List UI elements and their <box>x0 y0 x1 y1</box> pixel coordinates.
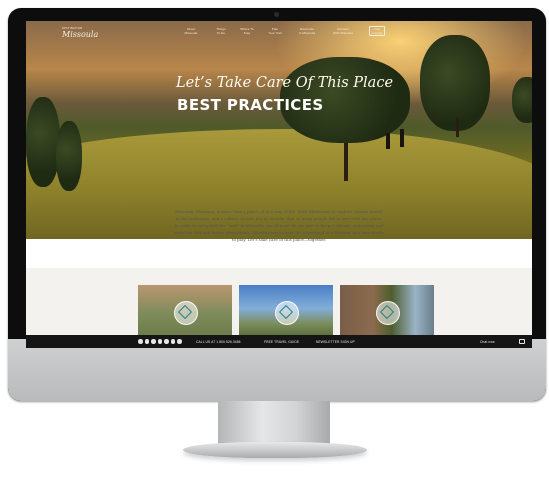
camera-dot <box>274 12 279 17</box>
instagram-icon[interactable] <box>157 339 162 344</box>
rss-icon[interactable] <box>177 339 182 344</box>
screen: DESTINATION Missoula About Missoula Thin… <box>26 21 532 348</box>
facebook-icon[interactable] <box>138 339 143 344</box>
nav-item-line: In Missoula <box>298 30 316 35</box>
hiker <box>386 133 390 149</box>
monitor-foot <box>183 442 367 458</box>
social-links <box>138 339 182 344</box>
youtube-icon[interactable] <box>164 339 169 344</box>
hero-title: BEST PRACTICES <box>177 96 324 114</box>
chat-icon[interactable] <box>519 338 525 344</box>
monitor-chin <box>8 339 546 401</box>
newsletter-link[interactable]: NEWSLETTER SIGN UP <box>316 340 355 344</box>
nav-item-connect[interactable]: Connect With Missoula <box>328 27 358 35</box>
flickr-icon[interactable] <box>170 339 175 344</box>
logo-text: Missoula <box>62 30 99 39</box>
intro-paragraph: Missoula, Montana, is more than a place—… <box>174 209 384 242</box>
find-guide-button[interactable]: Find a Guide <box>369 26 385 36</box>
nav-item-where-to-stay[interactable]: Where To Stay <box>232 27 262 35</box>
practice-card[interactable] <box>340 285 434 337</box>
nav-item-line: With Missoula <box>333 30 353 35</box>
pine-tree <box>420 35 490 131</box>
tree-trunk <box>456 117 459 137</box>
hero-script-title: Let’s Take Care Of This Place <box>176 75 394 91</box>
travel-guide-link[interactable]: FREE TRAVEL GUIDE <box>264 340 299 344</box>
hiker <box>400 129 404 147</box>
pinterest-icon[interactable] <box>151 339 156 344</box>
twitter-icon[interactable] <box>144 339 149 344</box>
tree <box>512 77 532 123</box>
nav-item-discounts[interactable]: Discounts In Missoula <box>292 27 322 35</box>
footer-bar: CALL US AT 1.800.526.3465 FREE TRAVEL GU… <box>26 335 532 348</box>
nav-item-line: Stay <box>243 30 251 35</box>
nav-button-line: a Guide <box>371 30 383 35</box>
chat-now-link[interactable]: Chat now <box>480 340 495 344</box>
monitor-stand <box>218 401 330 445</box>
nav-item-line: Missoula <box>184 30 198 35</box>
call-link[interactable]: CALL US AT 1.800.526.3465 <box>196 340 241 344</box>
practice-card[interactable] <box>239 285 333 337</box>
nav-item-about[interactable]: About Missoula <box>176 27 206 35</box>
tree <box>26 97 60 187</box>
practice-card[interactable] <box>138 285 232 337</box>
hero-image: DESTINATION Missoula About Missoula Thin… <box>26 21 532 239</box>
site-logo[interactable]: DESTINATION Missoula <box>62 27 98 39</box>
tree <box>56 121 82 191</box>
nav-item-plan-your-visit[interactable]: Plan Your Visit <box>260 27 290 35</box>
nav-item-line: Your Visit <box>268 30 282 35</box>
top-nav: DESTINATION Missoula About Missoula Thin… <box>26 21 532 45</box>
people-icon <box>376 301 400 325</box>
bike-icon <box>174 301 198 325</box>
mountain-icon <box>275 301 299 325</box>
